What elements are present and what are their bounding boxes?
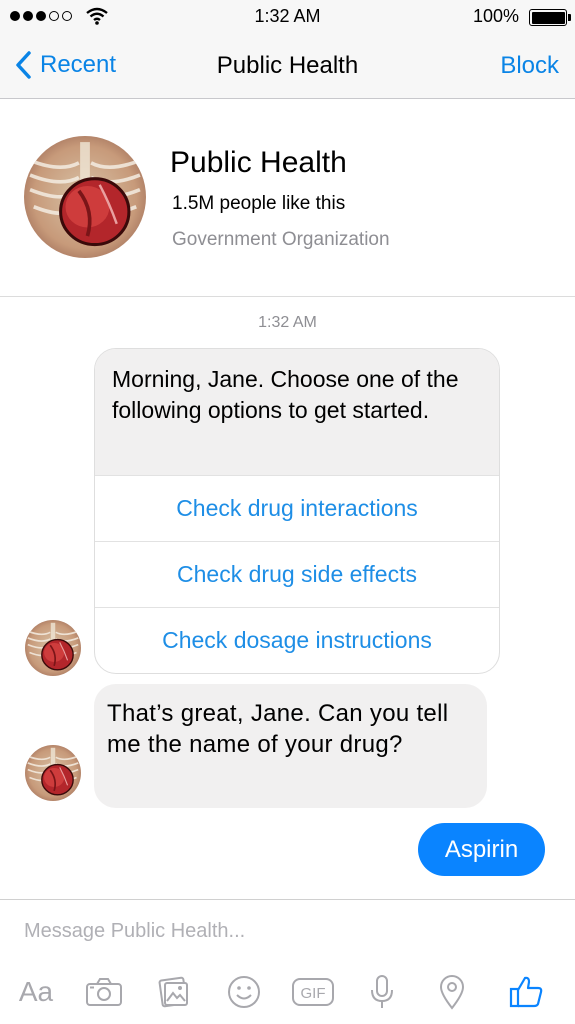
photo-button[interactable]	[152, 970, 196, 1014]
user-message-bubble: Aspirin	[418, 823, 545, 876]
bot-avatar	[25, 620, 81, 676]
gif-button[interactable]: GIF	[291, 970, 335, 1014]
like-button[interactable]	[504, 970, 548, 1014]
page-name: Public Health	[170, 146, 347, 179]
battery-percentage: 100%	[472, 6, 519, 26]
status-bar: 1:32 AM 100%	[0, 0, 575, 34]
option-check-dosage-instructions[interactable]: Check dosage instructions	[95, 607, 499, 673]
bot-options-card: Morning, Jane. Choose one of the followi…	[94, 348, 500, 674]
bot-message-bubble: That’s great, Jane. Can you tell me the …	[94, 684, 487, 808]
location-button[interactable]	[430, 970, 474, 1014]
thumbs-up-icon	[509, 976, 543, 1008]
back-button-label: Recent	[40, 51, 117, 78]
microphone-button[interactable]	[360, 970, 404, 1014]
back-button[interactable]: Recent	[14, 50, 116, 80]
emoji-button[interactable]	[222, 970, 266, 1014]
smiley-icon	[228, 976, 260, 1008]
option-check-drug-interactions[interactable]: Check drug interactions	[95, 475, 499, 541]
message-input[interactable]	[24, 920, 544, 943]
block-button[interactable]: Block	[500, 52, 559, 80]
microphone-icon	[371, 975, 393, 1008]
page-profile-header: Public Health 1.5M people like this Gove…	[0, 99, 575, 297]
bot-avatar	[25, 745, 81, 801]
composer-toolbar: Aa GIF	[0, 970, 575, 1014]
message-timestamp: 1:32 AM	[258, 314, 317, 331]
svg-text:GIF: GIF	[301, 985, 326, 1002]
option-check-drug-side-effects[interactable]: Check drug side effects	[95, 541, 499, 607]
page-avatar[interactable]	[24, 136, 146, 258]
bot-card-text: Morning, Jane. Choose one of the followi…	[95, 349, 499, 475]
navigation-bar: Recent Public Health Block	[0, 34, 575, 99]
battery-icon	[529, 9, 567, 26]
chevron-left-icon	[16, 51, 31, 79]
page-category: Government Organization	[172, 229, 390, 250]
location-pin-icon	[439, 975, 465, 1010]
photo-icon	[158, 976, 188, 1008]
page-likes: 1.5M people like this	[172, 193, 346, 214]
camera-button[interactable]	[82, 970, 126, 1014]
message-composer: Aa	[0, 899, 575, 1024]
text-format-button[interactable]: Aa	[14, 970, 58, 1014]
gif-icon: GIF	[292, 978, 334, 1006]
camera-icon	[86, 978, 122, 1006]
